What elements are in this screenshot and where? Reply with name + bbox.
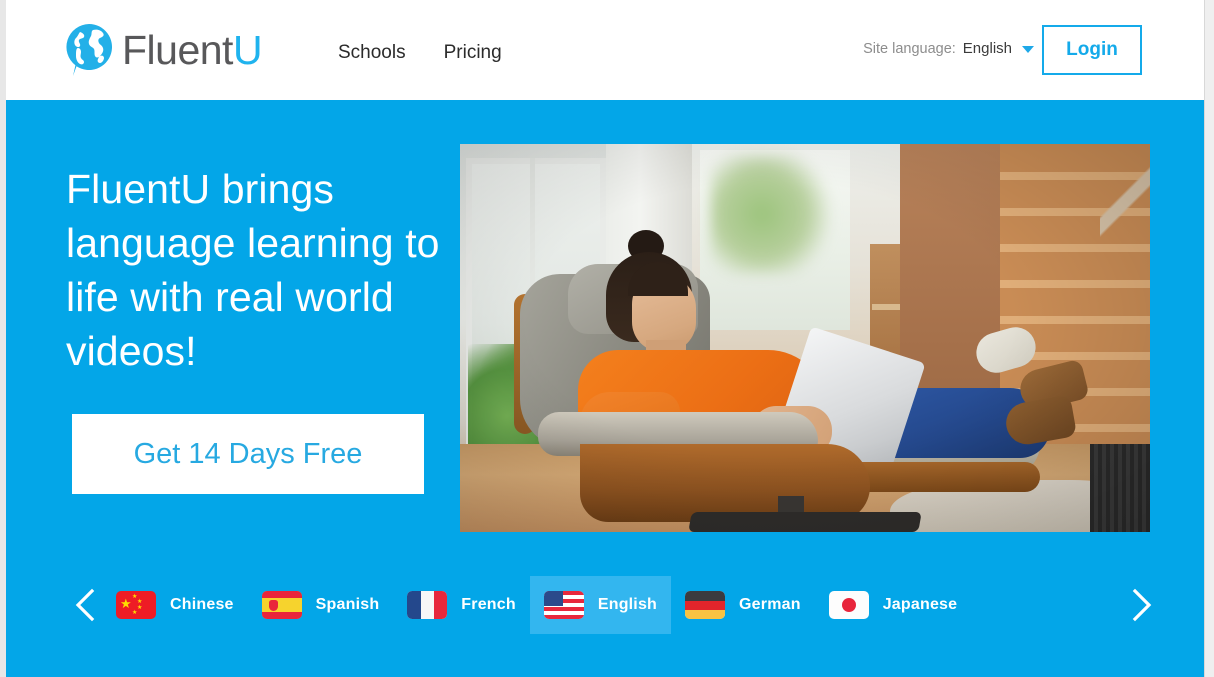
site-language-value: English (962, 40, 1012, 57)
language-item-german[interactable]: German (671, 576, 815, 634)
language-item-english[interactable]: English (529, 576, 672, 634)
hero-section: FluentU brings language learning to life… (6, 100, 1204, 677)
language-item-chinese[interactable]: ★ ★ ★ ★ ★ Chinese (102, 576, 248, 634)
login-button[interactable]: Login (1042, 25, 1142, 75)
nav-pricing[interactable]: Pricing (438, 38, 508, 68)
hero-headline: FluentU brings language learning to life… (66, 166, 440, 374)
carousel-next-button[interactable] (1118, 570, 1164, 640)
page-root: FluentU Schools Pricing Site language: E… (0, 0, 1214, 677)
language-label: French (461, 596, 516, 613)
flag-usa-icon (543, 591, 584, 619)
language-item-japanese[interactable]: Japanese (815, 576, 972, 634)
hero-image (460, 144, 1150, 532)
flag-germany-icon (685, 591, 726, 619)
site-language-selector[interactable]: Site language: English (863, 40, 1034, 57)
logo-wordmark: FluentU (122, 26, 263, 73)
logo-text-fluent: Fluent (122, 26, 233, 73)
globe-speech-bubble-icon (66, 23, 113, 76)
chevron-down-icon (1022, 46, 1034, 53)
chevron-left-icon (75, 588, 95, 622)
flag-france-icon (407, 591, 448, 619)
flag-japan-icon (828, 591, 869, 619)
logo-text-u: U (232, 26, 263, 73)
language-item-french[interactable]: French (393, 576, 530, 634)
window-right-edge (1204, 0, 1214, 677)
language-list: ★ ★ ★ ★ ★ Chinese Spanish French English… (102, 570, 971, 640)
language-carousel: ★ ★ ★ ★ ★ Chinese Spanish French English… (6, 570, 1204, 640)
main-nav: Schools Pricing (332, 38, 508, 68)
fluentu-logo[interactable]: FluentU (62, 22, 263, 78)
chevron-right-icon (1132, 588, 1152, 622)
browser-viewport: FluentU Schools Pricing Site language: E… (6, 0, 1204, 677)
site-header: FluentU Schools Pricing Site language: E… (6, 0, 1204, 100)
language-label: Japanese (882, 596, 958, 613)
nav-schools[interactable]: Schools (332, 38, 412, 68)
site-language-label: Site language: (863, 40, 956, 57)
language-item-spanish[interactable]: Spanish (248, 576, 394, 634)
language-label: Chinese (170, 596, 234, 613)
photo-vignette (460, 144, 1150, 532)
flag-china-icon: ★ ★ ★ ★ ★ (116, 591, 156, 619)
flag-spain-icon (261, 591, 302, 619)
get-free-trial-button[interactable]: Get 14 Days Free (72, 414, 424, 494)
language-label: German (739, 596, 801, 613)
language-label: English (597, 596, 658, 613)
language-label: Spanish (315, 596, 380, 613)
